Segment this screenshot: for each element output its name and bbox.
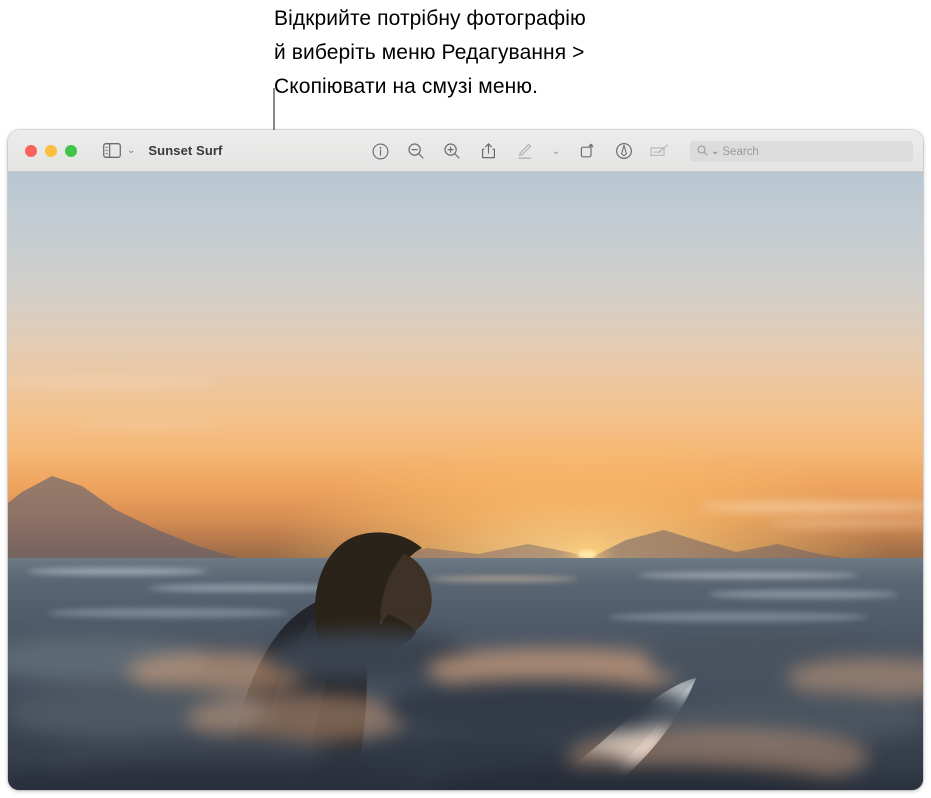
sidebar-chevron-down-icon[interactable]: ⌄: [127, 145, 135, 156]
signature-icon[interactable]: [650, 141, 670, 161]
share-icon[interactable]: [478, 141, 498, 161]
mountain-left: [8, 468, 278, 566]
callout-line-1: Відкрийте потрібну фотографію: [274, 7, 586, 30]
search-field[interactable]: ⌄ Search: [690, 141, 913, 162]
foreground-water: [8, 632, 923, 790]
zoom-in-icon[interactable]: [442, 141, 462, 161]
photo-canvas[interactable]: [8, 172, 923, 790]
search-icon[interactable]: [697, 143, 708, 161]
search-chevron-down-icon[interactable]: ⌄: [711, 146, 719, 157]
traffic-lights: [25, 144, 77, 157]
window-toolbar: ⌄ Sunset Surf ⌄ ⌄ Search: [8, 130, 923, 172]
annotate-icon[interactable]: [614, 141, 634, 161]
preview-window: ⌄ Sunset Surf ⌄ ⌄ Search: [8, 130, 923, 790]
sidebar-icon[interactable]: [103, 143, 121, 158]
zoom-out-icon[interactable]: [406, 141, 426, 161]
minimize-button[interactable]: [45, 144, 57, 157]
search-placeholder: Search: [722, 145, 759, 158]
callout-line-3: Скопіювати на смузі меню.: [274, 75, 539, 98]
toolbar-icon-group: ⌄: [370, 130, 670, 172]
water-chop: [708, 590, 898, 599]
info-icon[interactable]: [370, 141, 390, 161]
callout-text: Відкрийте потрібну фотографію й виберіть…: [274, 2, 794, 104]
sidebar-toggle-group[interactable]: ⌄: [103, 143, 135, 158]
cloud-wisp: [68, 422, 228, 428]
close-button[interactable]: [25, 144, 37, 157]
water-chop: [28, 568, 208, 575]
rotate-icon[interactable]: [578, 141, 598, 161]
water-chop: [608, 612, 868, 622]
markup-pen-icon[interactable]: [514, 141, 534, 161]
window-title: Sunset Surf: [148, 143, 223, 158]
callout-line-2: й виберіть меню Редагування >: [274, 41, 585, 64]
zoom-button[interactable]: [65, 144, 77, 157]
water-chop: [638, 572, 858, 579]
markup-chevron-down-icon[interactable]: ⌄: [550, 141, 562, 161]
